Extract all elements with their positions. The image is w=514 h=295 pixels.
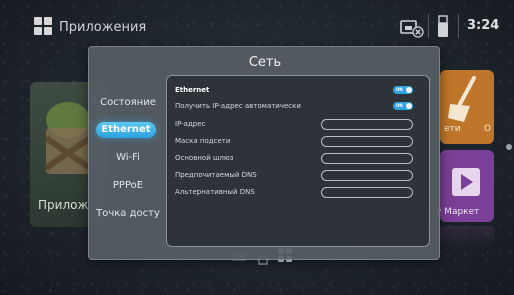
- nav-item-ethernet[interactable]: Ethernet: [96, 122, 156, 138]
- ip-address-label: IP-адрес: [175, 120, 206, 128]
- network-dialog: Сеть Состояние Ethernet Wi-Fi PPPoE Точк…: [88, 46, 440, 260]
- toggle-knob: [406, 87, 412, 93]
- dialog-title: Сеть: [248, 55, 282, 70]
- tile-reflection: [440, 226, 494, 248]
- app-tile-cleaner-label: ети: [444, 124, 461, 134]
- apps-grid-icon: [34, 17, 52, 35]
- ethernet-disconnected-icon: [400, 18, 424, 38]
- clock: 3:24: [467, 18, 500, 33]
- nav-item-hotspot[interactable]: Точка досту: [89, 208, 167, 219]
- nav-item-status[interactable]: Состояние: [89, 97, 167, 108]
- nav-item-pppoe[interactable]: PPPoE: [89, 180, 167, 191]
- gateway-label: Основной шлюз: [175, 154, 234, 162]
- toggle-state-label: ON: [396, 87, 403, 92]
- auto-ip-toggle[interactable]: ON: [393, 102, 413, 110]
- top-bar: Приложения 3:24: [0, 0, 514, 50]
- gateway-field[interactable]: [321, 153, 413, 164]
- subnet-mask-field[interactable]: [321, 136, 413, 147]
- ethernet-settings-panel: Ethernet ON Получить IP-адрес автоматиче…: [166, 75, 430, 247]
- app-tile-play-market-label: у Маркет: [436, 207, 480, 217]
- preferred-dns-label: Предпочитаемый DNS: [175, 171, 257, 179]
- page-indicator-dot: [506, 144, 512, 150]
- ip-address-field[interactable]: [321, 119, 413, 130]
- preferred-dns-field[interactable]: [321, 170, 413, 181]
- alternate-dns-field[interactable]: [321, 187, 413, 198]
- app-tile-left-label: Прилож: [38, 198, 89, 212]
- alternate-dns-label: Альтернативный DNS: [175, 188, 255, 196]
- status-separator: [428, 14, 429, 38]
- toggle-state-label: ON: [396, 103, 403, 108]
- nav-item-wifi[interactable]: Wi-Fi: [89, 152, 167, 163]
- usb-icon: [436, 15, 450, 39]
- apps-title: Приложения: [59, 20, 147, 35]
- ethernet-toggle[interactable]: ON: [393, 86, 413, 94]
- app-tile-next-label: O: [484, 124, 492, 134]
- status-separator: [458, 14, 459, 38]
- toggle-knob: [406, 103, 412, 109]
- subnet-mask-label: Маска подсети: [175, 137, 231, 145]
- ethernet-label: Ethernet: [175, 86, 210, 94]
- auto-ip-label: Получить IP-адрес автоматически: [175, 102, 301, 110]
